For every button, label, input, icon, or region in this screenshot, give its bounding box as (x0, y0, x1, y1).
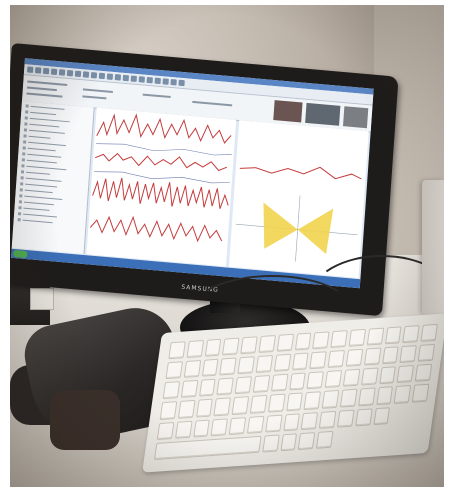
start-button[interactable] (13, 249, 28, 259)
video-thumbnail (273, 100, 303, 123)
video-thumbnail (343, 106, 369, 129)
signal-traces (89, 113, 232, 243)
signal-trace (96, 113, 232, 144)
yellow-fan-shape (297, 208, 334, 255)
toolbar-icon (162, 78, 169, 85)
toolbar-icon (26, 66, 34, 73)
info-text-line (26, 86, 57, 92)
toolbar-icon (66, 69, 74, 77)
signal-trace (95, 152, 228, 172)
analysis-panel (228, 120, 369, 279)
headset-pad (50, 390, 120, 450)
analysis-graphics (235, 166, 362, 262)
yellow-fan-shape (263, 202, 298, 249)
toolbar-icon (50, 68, 58, 76)
toolbar-icon (98, 72, 106, 80)
signal-trace (89, 215, 223, 243)
toolbar-icon (138, 76, 145, 83)
channel-tree-panel (11, 101, 95, 255)
toolbar-icon (114, 74, 122, 81)
toolbar-icon (130, 75, 138, 83)
toolbar-icon (82, 71, 90, 78)
signal-trace (92, 177, 229, 209)
toolbar-icon (34, 67, 42, 74)
monitor-screen (11, 58, 374, 289)
toolbar-icon (74, 70, 82, 78)
info-text-line (192, 100, 233, 107)
toolbar-icon (170, 78, 177, 86)
toolbar-icon (154, 77, 161, 85)
info-text-line (82, 95, 107, 100)
keyboard-keys (153, 323, 438, 460)
keyboard (142, 313, 444, 473)
analysis-trace (239, 166, 362, 180)
info-text-line (26, 92, 63, 98)
toolbar-icon (90, 72, 98, 79)
info-text-line (82, 88, 113, 93)
photo: SAMSUNG (10, 5, 444, 487)
signal-plots (86, 107, 237, 267)
speaker (422, 180, 444, 315)
toolbar-icon (146, 76, 153, 84)
toolbar-icon (122, 74, 130, 82)
video-thumbnail (305, 102, 341, 126)
toolbar-icon (42, 67, 50, 75)
info-text-line (142, 93, 171, 99)
toolbar-icon (106, 73, 114, 80)
signal-trace (94, 171, 230, 184)
info-text-line (27, 80, 68, 86)
toolbar-icon (178, 79, 185, 87)
toolbar-icon (58, 69, 66, 76)
